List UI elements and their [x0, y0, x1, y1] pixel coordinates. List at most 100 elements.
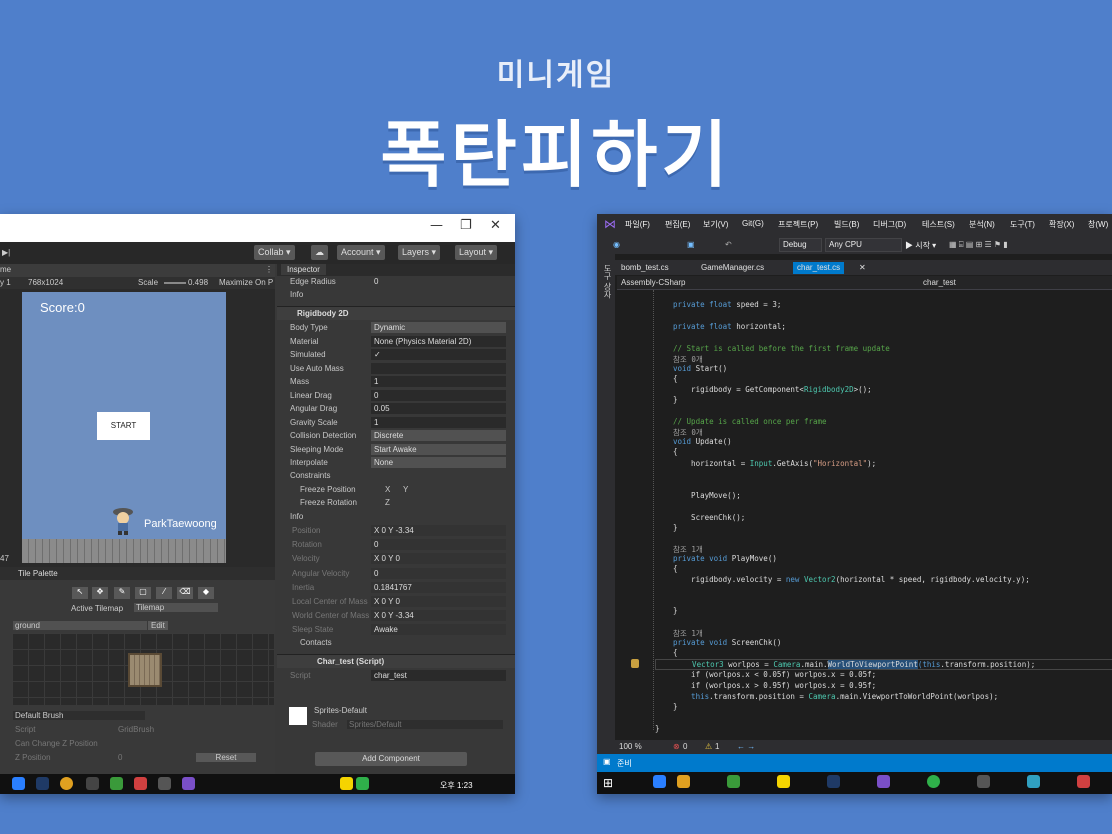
- save-icon[interactable]: ▣: [687, 240, 695, 249]
- back-icon[interactable]: ◉: [613, 240, 620, 249]
- nav-arrows-icon[interactable]: ← →: [737, 742, 755, 751]
- info-foldout[interactable]: Info: [277, 289, 515, 301]
- close-tab-icon[interactable]: ✕: [859, 262, 866, 274]
- unity-icon[interactable]: [158, 777, 171, 790]
- app-icon[interactable]: [677, 775, 690, 788]
- maximize-on-play[interactable]: Maximize On P: [219, 278, 273, 287]
- palette-grid[interactable]: [12, 633, 274, 705]
- tool-fill-icon[interactable]: ◆: [198, 587, 214, 599]
- app-icon[interactable]: [827, 775, 840, 788]
- account-button[interactable]: Account ▾: [337, 245, 385, 260]
- menu-test[interactable]: 테스트(S): [922, 219, 955, 230]
- field-value[interactable]: None: [371, 457, 506, 468]
- error-icon[interactable]: ⊗: [673, 742, 680, 751]
- toolbox-sidebar[interactable]: 도구 상자: [597, 254, 615, 754]
- field-value[interactable]: [371, 362, 506, 374]
- inspector-tab[interactable]: Inspector: [281, 264, 326, 275]
- start-button[interactable]: ▶ 시작 ▾: [905, 240, 936, 251]
- cloud-icon[interactable]: ☁: [311, 245, 328, 260]
- start-button[interactable]: START: [97, 412, 150, 440]
- tab-bomb-test[interactable]: bomb_test.cs: [621, 262, 669, 274]
- field-value[interactable]: None (Physics Material 2D): [371, 335, 506, 347]
- tool-select-icon[interactable]: ↖: [72, 587, 88, 599]
- app-icon[interactable]: [12, 777, 25, 790]
- layers-button[interactable]: Layers ▾: [398, 245, 441, 260]
- active-tilemap-select[interactable]: Tilemap: [134, 603, 218, 612]
- constraints-foldout[interactable]: Constraints: [277, 470, 515, 482]
- app-icon[interactable]: [110, 777, 123, 790]
- menu-analyze[interactable]: 분석(N): [969, 219, 995, 230]
- display-select[interactable]: y 1: [0, 278, 11, 287]
- app-icon[interactable]: [1077, 775, 1090, 788]
- app-icon[interactable]: [653, 775, 666, 788]
- rigidbody-header[interactable]: Rigidbody 2D: [277, 306, 515, 320]
- field-value[interactable]: Dynamic: [371, 322, 506, 333]
- tool-move-icon[interactable]: ✥: [92, 587, 108, 599]
- crate-tile[interactable]: [128, 653, 162, 687]
- collab-button[interactable]: Collab ▾: [254, 245, 295, 260]
- app-icon[interactable]: [134, 777, 147, 790]
- add-component-button[interactable]: Add Component: [315, 752, 467, 766]
- menu-edit[interactable]: 편집(E): [665, 219, 690, 230]
- more-icon[interactable]: ⋮: [265, 265, 273, 274]
- class-select[interactable]: char_test: [923, 278, 956, 287]
- chrome-icon[interactable]: [60, 777, 73, 790]
- tool-box-icon[interactable]: ▢: [135, 587, 151, 599]
- menu-project[interactable]: 프로젝트(P): [778, 219, 818, 230]
- platform-select[interactable]: Any CPU: [825, 238, 902, 252]
- scale-slider[interactable]: [164, 282, 186, 284]
- app-icon[interactable]: [777, 775, 790, 788]
- menu-build[interactable]: 빌드(B): [834, 219, 859, 230]
- close-icon[interactable]: ✕: [490, 218, 501, 233]
- zoom-select[interactable]: 100 %: [619, 742, 642, 751]
- tool-erase-icon[interactable]: ⌫: [177, 587, 193, 599]
- brush-select[interactable]: Default Brush: [13, 711, 145, 720]
- config-select[interactable]: Debug: [779, 238, 822, 252]
- menu-git[interactable]: Git(G): [742, 219, 764, 228]
- field-value[interactable]: Start Awake: [371, 443, 506, 455]
- menu-tools[interactable]: 도구(T): [1010, 219, 1035, 230]
- reset-button[interactable]: Reset: [196, 753, 256, 762]
- field-value[interactable]: 0: [371, 389, 506, 401]
- app-icon[interactable]: [86, 777, 99, 790]
- visual-studio-icon[interactable]: [182, 777, 195, 790]
- menu-view[interactable]: 보기(V): [703, 219, 728, 230]
- game-tab[interactable]: me: [0, 265, 11, 274]
- palette-select[interactable]: ground: [13, 621, 147, 630]
- edit-button[interactable]: Edit: [148, 621, 168, 630]
- tile-palette-tab[interactable]: Tile Palette: [0, 567, 275, 580]
- code-editor[interactable]: private float speed = 3; private float h…: [615, 290, 1112, 740]
- step-icon[interactable]: ▶|: [2, 248, 10, 257]
- field-value[interactable]: ✓: [371, 349, 506, 360]
- tab-game-manager[interactable]: GameManager.cs: [701, 262, 764, 274]
- script-component-header[interactable]: Char_test (Script): [277, 654, 515, 668]
- app-icon[interactable]: [877, 775, 890, 788]
- app-icon[interactable]: [977, 775, 990, 788]
- field-value[interactable]: 0.05: [371, 403, 506, 414]
- minimize-icon[interactable]: —: [430, 218, 443, 233]
- field-value[interactable]: 1: [371, 416, 506, 428]
- warning-icon[interactable]: ⚠: [705, 742, 712, 751]
- restore-icon[interactable]: ❐: [460, 218, 472, 233]
- app-icon[interactable]: [356, 777, 369, 790]
- menu-debug[interactable]: 디버그(D): [873, 219, 906, 230]
- info-foldout-2[interactable]: Info: [277, 511, 515, 523]
- menu-window[interactable]: 창(W): [1088, 219, 1108, 230]
- lightbulb-icon[interactable]: [631, 659, 639, 668]
- app-icon[interactable]: [1027, 775, 1040, 788]
- tool-picker-icon[interactable]: ⁄: [156, 587, 172, 599]
- resolution-select[interactable]: 768x1024: [28, 278, 63, 287]
- layout-button[interactable]: Layout ▾: [455, 245, 498, 260]
- tab-char-test[interactable]: char_test.cs: [793, 262, 845, 274]
- tool-paint-icon[interactable]: ✎: [114, 587, 130, 599]
- kakaotalk-icon[interactable]: [340, 777, 353, 790]
- project-select[interactable]: Assembly-CSharp: [621, 278, 921, 287]
- contacts-foldout[interactable]: Contacts: [277, 637, 515, 649]
- windows-start-icon[interactable]: ⊞: [603, 776, 613, 790]
- field-value[interactable]: Discrete: [371, 430, 506, 441]
- menu-extensions[interactable]: 확장(X): [1049, 219, 1074, 230]
- shader-value[interactable]: Sprites/Default: [347, 720, 503, 729]
- menu-file[interactable]: 파일(F): [625, 219, 650, 230]
- undo-icon[interactable]: ↶: [725, 240, 732, 249]
- field-value[interactable]: 1: [371, 376, 506, 387]
